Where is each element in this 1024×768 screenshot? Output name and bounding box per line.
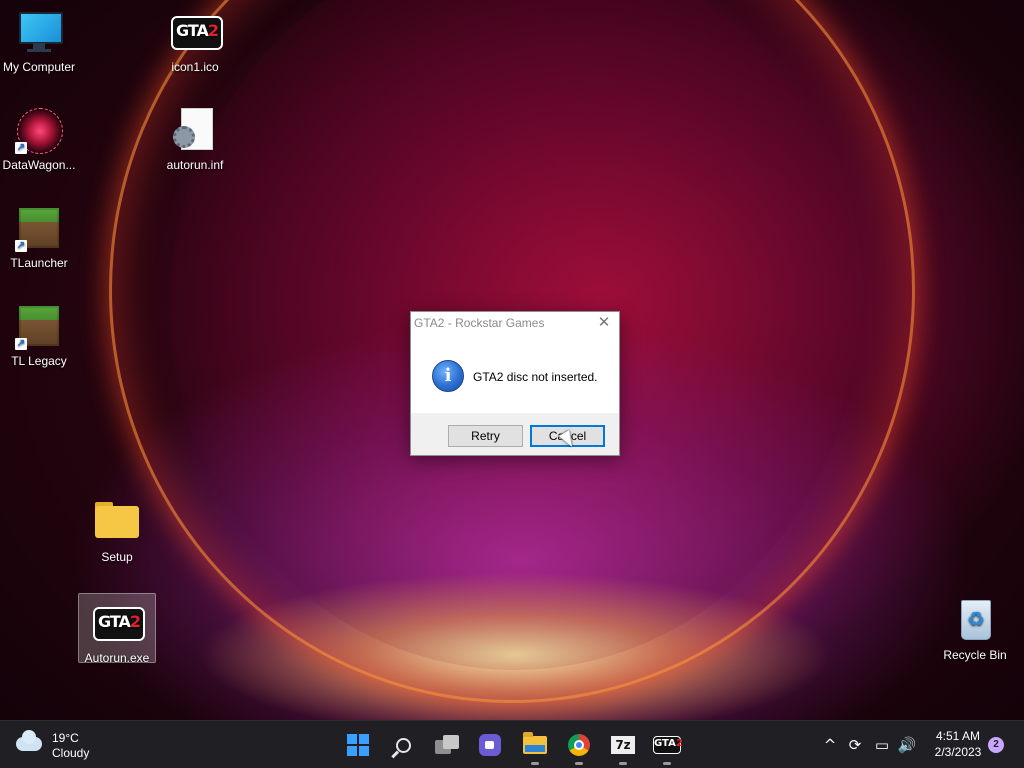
sync-icon[interactable]: ⟳ xyxy=(845,735,865,755)
7zip-button[interactable]: 7z xyxy=(607,729,639,765)
desktop-icon-tlauncher[interactable]: ↗ TLauncher xyxy=(0,204,78,270)
desktop-icon-label: TLauncher xyxy=(10,256,68,270)
gta2-taskbar-button[interactable]: GTA2 xyxy=(651,729,683,765)
running-indicator xyxy=(619,762,627,765)
desktop-icon-tl-legacy[interactable]: ↗ TL Legacy xyxy=(0,302,78,368)
shortcut-arrow-icon: ↗ xyxy=(15,338,27,350)
desktop-icon-recycle-bin[interactable]: ♻ Recycle Bin xyxy=(936,596,1014,662)
datawagon-icon: ↗ xyxy=(15,106,63,154)
file-explorer-button[interactable] xyxy=(519,729,551,765)
running-indicator xyxy=(531,762,539,765)
windows-logo-icon xyxy=(347,734,369,756)
taskbar: 19°C Cloudy 7z GTA2 ^ ⟳ ▭ 🔊 4:51 AM 2/3/… xyxy=(0,720,1024,768)
video-chat-icon xyxy=(479,734,501,756)
desktop-icon-label: TL Legacy xyxy=(11,354,67,368)
clock-date: 2/3/2023 xyxy=(934,745,982,759)
weather-temperature: 19°C xyxy=(52,731,79,745)
gta2-logo-icon: GTA2 xyxy=(171,8,223,56)
network-icon[interactable]: ▭ xyxy=(872,735,892,755)
search-button[interactable] xyxy=(387,729,419,761)
shortcut-arrow-icon: ↗ xyxy=(15,142,27,154)
task-view-button[interactable] xyxy=(431,729,463,761)
desktop-icon-label: Recycle Bin xyxy=(943,648,1007,662)
7zip-icon: 7z xyxy=(611,736,635,754)
meet-chat-button[interactable] xyxy=(474,729,506,761)
grass-block-icon: ↗ xyxy=(15,204,63,252)
dialog-footer: Retry Cancel xyxy=(411,413,619,455)
desktop-icon-icon1-ico[interactable]: GTA2 icon1.ico xyxy=(156,8,234,74)
cloud-icon xyxy=(16,730,42,751)
gta2-logo-icon: GTA2 xyxy=(93,599,145,647)
weather-condition: Cloudy xyxy=(52,746,90,760)
desktop-icon-setup[interactable]: Setup xyxy=(78,498,156,564)
monitor-icon xyxy=(15,8,63,56)
running-indicator xyxy=(575,762,583,765)
desktop-icon-autorun-exe[interactable]: GTA2 Autorun.exe xyxy=(78,593,156,665)
clock[interactable]: 4:51 AM 2/3/2023 xyxy=(928,728,988,760)
desktop-icon-label: icon1.ico xyxy=(171,60,219,74)
folder-icon xyxy=(93,498,141,546)
settings-file-icon xyxy=(171,106,219,154)
running-indicator xyxy=(663,762,671,765)
gta2-logo-icon: GTA2 xyxy=(653,736,683,754)
close-icon[interactable]: ✕ xyxy=(595,314,613,332)
notification-badge[interactable]: 2 xyxy=(988,737,1004,753)
chrome-icon xyxy=(568,734,590,756)
info-icon: i xyxy=(432,360,464,392)
desktop-icon-datawagon[interactable]: ↗ DataWagon... xyxy=(0,106,78,172)
start-button[interactable] xyxy=(342,729,374,761)
desktop-icon-label: autorun.inf xyxy=(166,158,224,172)
volume-icon[interactable]: 🔊 xyxy=(897,735,917,755)
shortcut-arrow-icon: ↗ xyxy=(15,240,27,252)
dialog-message: GTA2 disc not inserted. xyxy=(473,370,598,384)
recycle-bin-icon: ♻ xyxy=(951,596,999,644)
desktop-icon-my-computer[interactable]: My Computer xyxy=(0,8,78,74)
task-view-icon xyxy=(435,735,459,755)
desktop-icon-autorun-inf[interactable]: autorun.inf xyxy=(156,106,234,172)
desktop-icon-label: Autorun.exe xyxy=(84,651,150,665)
desktop-icon-label: My Computer xyxy=(2,60,76,74)
show-hidden-icons-chevron-icon[interactable]: ^ xyxy=(820,735,840,755)
folder-icon xyxy=(523,732,547,754)
message-dialog: GTA2 - Rockstar Games ✕ i GTA2 disc not … xyxy=(410,311,620,456)
retry-button[interactable]: Retry xyxy=(448,425,523,447)
dialog-title: GTA2 - Rockstar Games xyxy=(414,316,545,330)
search-icon xyxy=(395,737,411,753)
desktop-icon-label: DataWagon... xyxy=(2,158,76,172)
clock-time: 4:51 AM xyxy=(935,729,981,743)
grass-block-icon: ↗ xyxy=(15,302,63,350)
chrome-button[interactable] xyxy=(563,729,595,765)
desktop-icon-label: Setup xyxy=(101,550,133,564)
